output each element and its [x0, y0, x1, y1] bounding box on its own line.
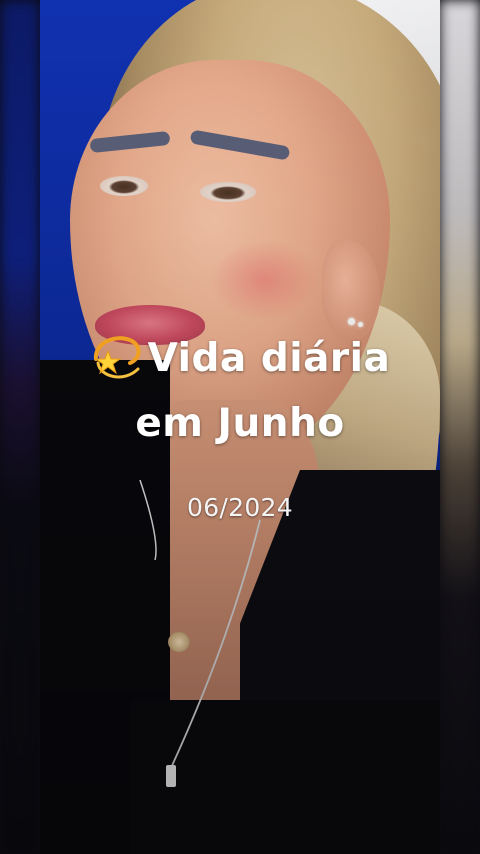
date-label: 06/2024 — [187, 493, 293, 522]
title-text-1: Vida diária — [147, 336, 391, 381]
video-frame: Vida diária em Junho 06/2024 — [0, 0, 480, 854]
title-line-1: Vida diária — [0, 330, 480, 389]
dizzy-star-icon — [90, 329, 146, 385]
title-line-2: em Junho — [135, 401, 345, 446]
